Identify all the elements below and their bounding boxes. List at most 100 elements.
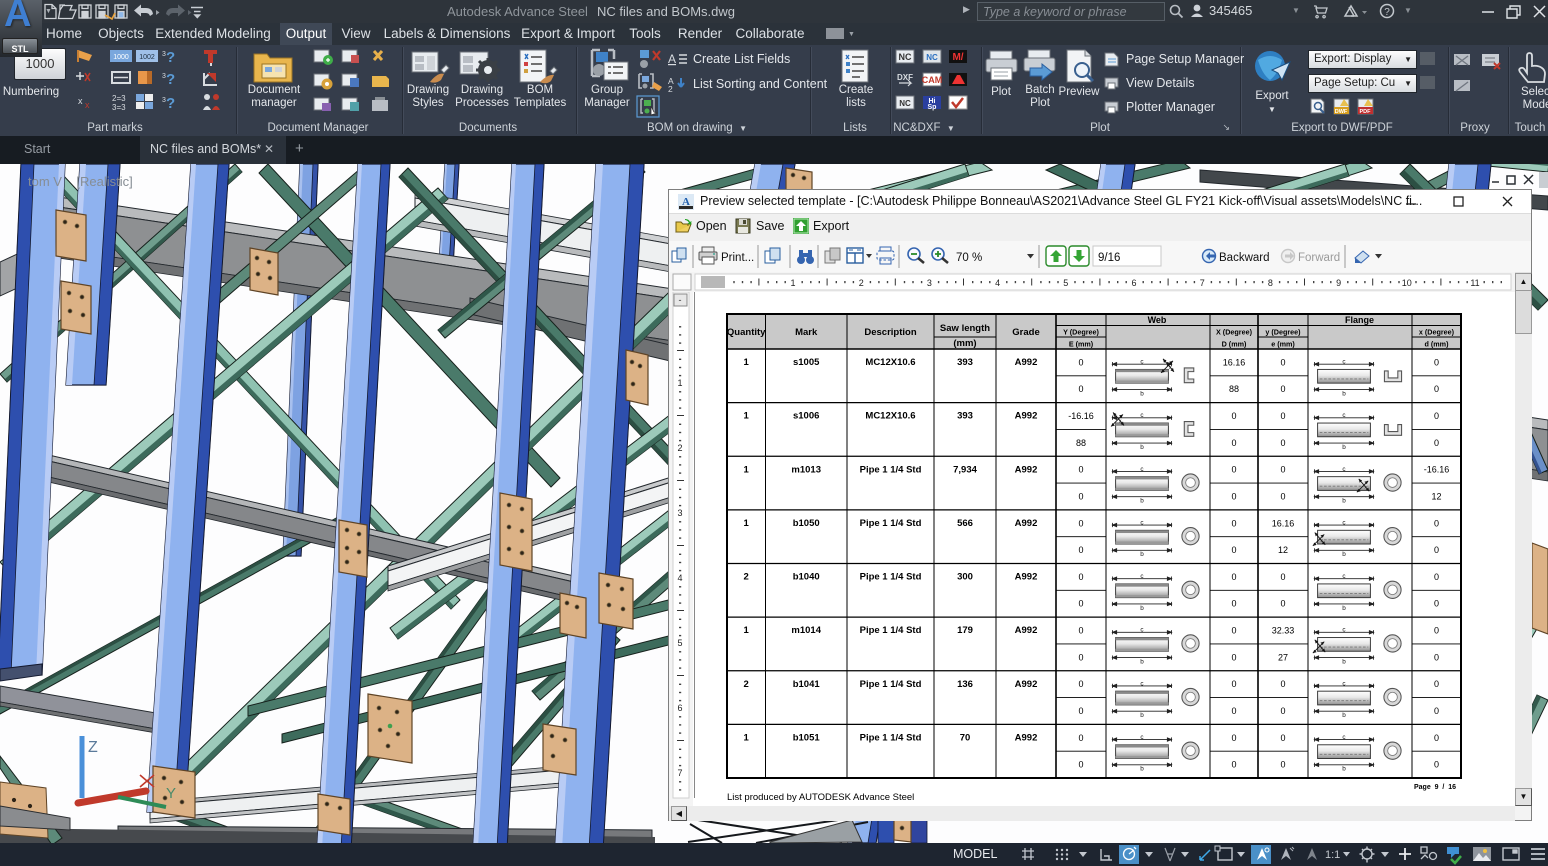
svg-text:1: 1 [744, 733, 750, 744]
svg-text:0: 0 [1280, 679, 1285, 689]
svg-text:MC12X10.6: MC12X10.6 [865, 357, 915, 368]
svg-text:Print...: Print... [721, 252, 754, 264]
svg-text:0: 0 [1231, 652, 1236, 662]
svg-text:A: A [668, 52, 676, 66]
svg-text:?: ? [1384, 7, 1390, 18]
svg-text:m1014: m1014 [791, 625, 821, 636]
svg-text:7,934: 7,934 [953, 464, 977, 475]
svg-text:11: 11 [1470, 278, 1479, 288]
svg-text:1002: 1002 [139, 54, 155, 61]
svg-text:0: 0 [1434, 652, 1439, 662]
svg-text:Description: Description [864, 327, 916, 338]
svg-text:8: 8 [1268, 278, 1273, 288]
svg-text:0: 0 [1434, 518, 1439, 528]
svg-text:A992: A992 [1015, 464, 1038, 475]
svg-text:0: 0 [1231, 706, 1236, 716]
svg-text:1: 1 [744, 625, 750, 636]
svg-text:D (mm): D (mm) [1222, 340, 1247, 349]
svg-text:0: 0 [1078, 357, 1083, 367]
svg-text:A992: A992 [1015, 733, 1038, 744]
svg-text:88: 88 [1229, 384, 1239, 394]
svg-text:0: 0 [1078, 492, 1083, 502]
svg-text:Quantity: Quantity [727, 327, 766, 338]
svg-text:1: 1 [744, 411, 750, 422]
svg-text:MC12X10.6: MC12X10.6 [865, 411, 915, 422]
svg-text:M/: M/ [952, 52, 963, 63]
svg-text:88: 88 [1076, 438, 1086, 448]
svg-text:3: 3 [927, 278, 932, 288]
svg-text:12: 12 [1431, 492, 1441, 502]
svg-text:b1051: b1051 [793, 733, 821, 744]
svg-text:0: 0 [1434, 760, 1439, 770]
svg-text:0: 0 [1078, 384, 1083, 394]
svg-text:0: 0 [1231, 411, 1236, 421]
svg-text:0: 0 [1078, 465, 1083, 475]
svg-text:Grade: Grade [1012, 327, 1039, 338]
svg-text:Backward: Backward [1219, 252, 1270, 264]
svg-text:70: 70 [960, 733, 971, 744]
svg-text:Pipe 1 1/4 Std: Pipe 1 1/4 Std [860, 464, 922, 475]
svg-text:m1013: m1013 [791, 464, 821, 475]
svg-text:2=3: 2=3 [112, 94, 126, 103]
svg-text:Y (Degree): Y (Degree) [1063, 328, 1099, 337]
svg-text:70 %: 70 % [956, 252, 982, 264]
svg-text:x: x [78, 96, 83, 106]
svg-text:0: 0 [1078, 572, 1083, 582]
svg-text:0: 0 [1434, 411, 1439, 421]
svg-text:0: 0 [1280, 411, 1285, 421]
svg-text:179: 179 [957, 625, 973, 636]
svg-text:0: 0 [1434, 706, 1439, 716]
svg-text:Saw length: Saw length [940, 323, 990, 334]
svg-text:(mm): (mm) [953, 338, 976, 349]
svg-text:Web: Web [1148, 315, 1167, 325]
svg-text:0: 0 [1280, 384, 1285, 394]
svg-text:2: 2 [744, 572, 749, 583]
svg-text:2: 2 [859, 278, 864, 288]
svg-text:CAM: CAM [922, 75, 943, 85]
svg-text:Pipe 1 1/4 Std: Pipe 1 1/4 Std [860, 625, 922, 636]
svg-text:Page 9 / 16: Page 9 / 16 [1414, 784, 1456, 791]
svg-text:0: 0 [1078, 545, 1083, 555]
svg-text:3: 3 [162, 97, 166, 104]
svg-text:7: 7 [1200, 278, 1205, 288]
svg-text:List produced by AUTODESK Adva: List produced by AUTODESK Advance Steel [727, 792, 914, 803]
svg-text:1: 1 [744, 357, 750, 368]
svg-text:566: 566 [957, 518, 973, 529]
svg-text:12: 12 [1278, 545, 1288, 555]
svg-text:1: 1 [744, 518, 750, 529]
svg-text:300: 300 [957, 572, 973, 583]
svg-text:0: 0 [1231, 518, 1236, 528]
svg-text:0: 0 [1280, 706, 1285, 716]
svg-text:393: 393 [957, 411, 973, 422]
svg-text:Forward: Forward [1298, 252, 1340, 264]
svg-text:3: 3 [162, 51, 166, 58]
svg-text:136: 136 [957, 679, 973, 690]
svg-text:16.16: 16.16 [1223, 357, 1246, 367]
svg-text:0: 0 [1434, 599, 1439, 609]
svg-text:X (Degree): X (Degree) [1216, 328, 1253, 337]
svg-text:0: 0 [1434, 733, 1439, 743]
svg-text:0: 0 [1231, 599, 1236, 609]
svg-text:Pipe 1 1/4 Std: Pipe 1 1/4 Std [860, 572, 922, 583]
svg-text:0: 0 [1434, 384, 1439, 394]
svg-text:0: 0 [1434, 545, 1439, 555]
svg-text:393: 393 [957, 357, 973, 368]
svg-text:x: x [85, 100, 90, 110]
svg-text:1: 1 [790, 278, 795, 288]
svg-text:-16.16: -16.16 [1424, 465, 1450, 475]
svg-text:0: 0 [1231, 626, 1236, 636]
svg-text:A992: A992 [1015, 518, 1038, 529]
svg-text:0: 0 [1280, 572, 1285, 582]
svg-text:1000: 1000 [113, 54, 129, 61]
svg-text:s1005: s1005 [793, 357, 820, 368]
svg-text:0: 0 [1231, 733, 1236, 743]
svg-text:0: 0 [1280, 733, 1285, 743]
svg-text:0: 0 [1078, 706, 1083, 716]
svg-text:NC: NC [899, 52, 912, 62]
svg-text:NC: NC [926, 53, 938, 62]
svg-text:x (Degree): x (Degree) [1419, 328, 1455, 337]
svg-text:0: 0 [1231, 545, 1236, 555]
svg-text:A992: A992 [1015, 572, 1038, 583]
svg-text:Z: Z [88, 739, 98, 756]
svg-text:0: 0 [1231, 438, 1236, 448]
